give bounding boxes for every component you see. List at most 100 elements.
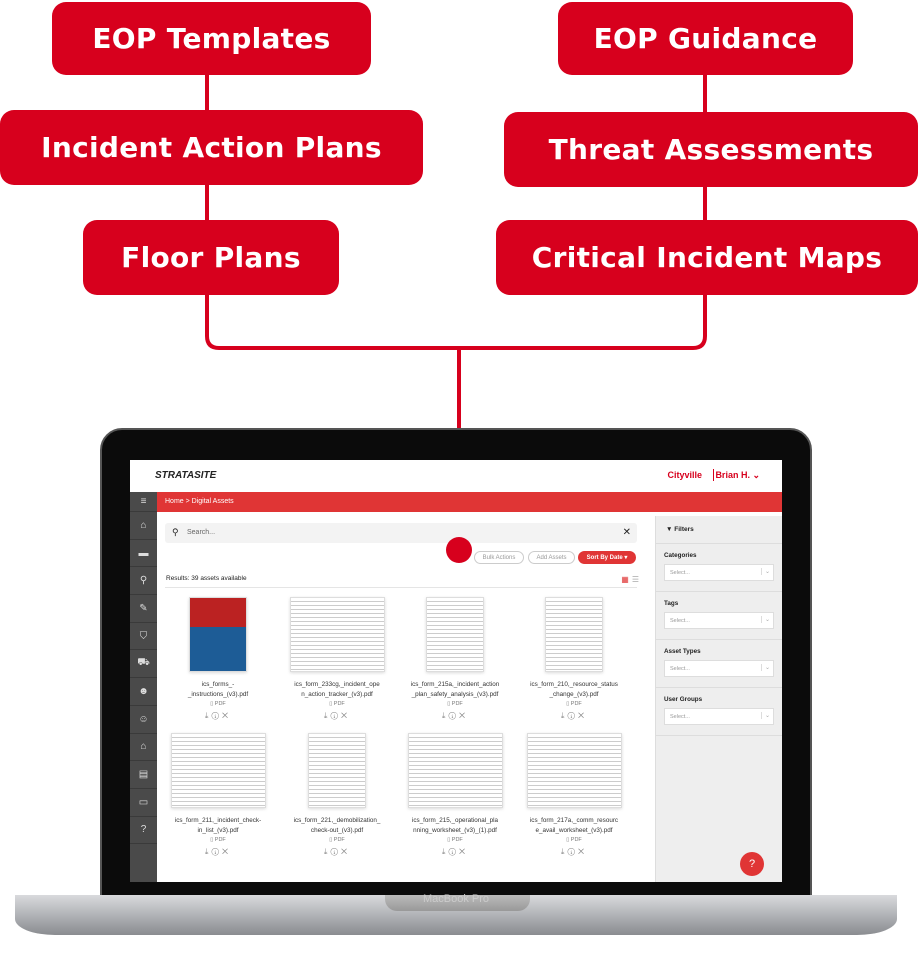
info-icon[interactable]: ⓘ [448, 711, 458, 720]
asset-thumbnail[interactable] [289, 597, 385, 672]
info-icon[interactable]: ⓘ [448, 847, 458, 856]
folder-icon[interactable]: ▬ [130, 540, 157, 568]
delete-icon[interactable]: ✕ [341, 847, 350, 856]
filter-label: Asset Types [664, 648, 701, 655]
asset-thumbnail[interactable] [189, 597, 247, 672]
asset-type-label: PDF [214, 701, 226, 707]
asset-type-label: PDF [570, 837, 582, 843]
asset-type-label: PDF [333, 837, 345, 843]
info-icon[interactable]: ⓘ [211, 711, 221, 720]
group-icon[interactable]: ☻ [130, 678, 157, 706]
sort-by-date-button[interactable]: Sort By Date ▾ [578, 551, 636, 564]
info-icon[interactable]: ⓘ [211, 847, 221, 856]
filter-select[interactable]: Select... ⌄ [664, 660, 774, 677]
asset-thumbnail[interactable] [170, 733, 266, 808]
ambulance-icon[interactable]: ⛟ [130, 650, 157, 679]
asset-card[interactable]: ics_forms_- _instructions_(v3).pdf ▯ PDF… [159, 597, 277, 721]
asset-filename[interactable]: ics_form_215a,_incident_action _plan_saf… [396, 680, 514, 700]
clapperboard-icon[interactable]: ▤ [130, 761, 157, 789]
asset-filename[interactable]: ics_form_210,_resource_status _change_(v… [515, 680, 633, 700]
filter-select[interactable]: Select... ⌄ [664, 612, 774, 629]
window-icon[interactable]: ▭ [130, 789, 157, 817]
filter-select[interactable]: Select... ⌄ [664, 564, 774, 581]
asset-card[interactable]: ics_form_210,_resource_status _change_(v… [515, 597, 633, 721]
label-eop-templates: EOP Templates [52, 2, 371, 75]
close-icon[interactable]: ✕ [623, 527, 631, 538]
search-input[interactable]: ⚲ Search... ✕ [165, 523, 637, 543]
delete-icon[interactable]: ✕ [578, 847, 587, 856]
sidebar: ≡ ⌂ ▬ ⚲ ✎ ⛉ ⛟ ☻ ☺ ⌂ ▤ ▭ ? [130, 492, 157, 882]
filter-group: Categories Select... ⌄ [656, 544, 782, 592]
asset-filename[interactable]: ics_forms_- _instructions_(v3).pdf [159, 680, 277, 700]
asset-filename[interactable]: ics_form_211,_incident_check- in_list_(v… [159, 816, 277, 836]
search-placeholder: Search... [187, 529, 216, 536]
delete-icon[interactable]: ✕ [222, 711, 231, 720]
breadcrumb[interactable]: Home > Digital Assets [157, 492, 782, 512]
filters-label: Filters [674, 526, 694, 533]
select-placeholder: Select... [670, 714, 690, 720]
home-icon[interactable]: ⌂ [130, 512, 157, 540]
asset-thumbnail[interactable] [407, 733, 503, 808]
graduation-cap-icon[interactable]: ⌂ [130, 734, 157, 762]
asset-type: ▯ PDF [396, 700, 514, 709]
menu-icon[interactable]: ≡ [130, 492, 157, 512]
results-count: Results: 39 assets available [166, 575, 247, 582]
delete-icon[interactable]: ✕ [459, 711, 468, 720]
asset-type: ▯ PDF [159, 700, 277, 709]
chevron-down-icon: ⌄ [761, 616, 773, 623]
asset-thumbnail[interactable] [308, 733, 366, 808]
asset-thumbnail[interactable] [526, 733, 622, 808]
info-icon[interactable]: ⓘ [330, 847, 340, 856]
asset-type-label: PDF [214, 837, 226, 843]
connector-dot [446, 537, 472, 563]
asset-type: ▯ PDF [515, 836, 633, 845]
filter-group: Tags Select... ⌄ [656, 592, 782, 640]
add-assets-button[interactable]: Add Assets [528, 551, 575, 564]
asset-filename[interactable]: ics_form_215,_operational_pla nning_work… [396, 816, 514, 836]
asset-type-label: PDF [451, 701, 463, 707]
filter-group: Asset Types Select... ⌄ [656, 640, 782, 688]
divider [713, 469, 714, 481]
users-icon[interactable]: ☺ [130, 706, 157, 734]
list-view-icon[interactable]: ☰ [632, 575, 639, 584]
delete-icon[interactable]: ✕ [341, 711, 350, 720]
delete-icon[interactable]: ✕ [578, 711, 587, 720]
asset-type: ▯ PDF [278, 836, 396, 845]
main-content: ⚲ Search... ✕ Bulk Actions Add Assets So… [157, 512, 655, 882]
grid-view-icon[interactable]: ▦ [621, 575, 629, 584]
asset-filename[interactable]: ics_form_217a,_comm_resourc e_avail_work… [515, 816, 633, 836]
user-menu[interactable]: Brian H. ⌄ [715, 470, 760, 481]
divider [165, 587, 637, 588]
asset-card[interactable]: ics_form_215,_operational_pla nning_work… [396, 733, 514, 857]
view-toggle: ▦ ☰ [621, 575, 639, 584]
asset-card[interactable]: ics_form_217a,_comm_resourc e_avail_work… [515, 733, 633, 857]
shield-icon[interactable]: ⛉ [130, 623, 157, 651]
info-icon[interactable]: ⓘ [567, 711, 577, 720]
chevron-down-icon: ⌄ [761, 712, 773, 719]
asset-thumbnail[interactable] [545, 597, 603, 672]
select-placeholder: Select... [670, 570, 690, 576]
asset-filename[interactable]: ics_form_221,_demobilization_ check-out_… [278, 816, 396, 836]
asset-filename[interactable]: ics_form_233cg,_incident_ope n_action_tr… [278, 680, 396, 700]
asset-type-label: PDF [570, 701, 582, 707]
label-floor-plans: Floor Plans [83, 220, 339, 295]
help-button[interactable]: ? [740, 852, 764, 876]
map-icon[interactable]: ⚲ [130, 567, 157, 596]
asset-thumbnail[interactable] [426, 597, 484, 672]
info-icon[interactable]: ⓘ [567, 847, 577, 856]
org-name[interactable]: Cityville [667, 470, 702, 480]
pin-icon[interactable]: ✎ [130, 595, 157, 623]
logo[interactable]: STRATASITE [155, 470, 216, 481]
delete-icon[interactable]: ✕ [459, 847, 468, 856]
asset-card[interactable]: ics_form_211,_incident_check- in_list_(v… [159, 733, 277, 857]
bulk-actions-button[interactable]: Bulk Actions [474, 551, 524, 564]
help-circle-icon[interactable]: ? [130, 817, 157, 845]
label-eop-guidance: EOP Guidance [558, 2, 853, 75]
info-icon[interactable]: ⓘ [330, 711, 340, 720]
delete-icon[interactable]: ✕ [222, 847, 231, 856]
asset-card[interactable]: ics_form_215a,_incident_action _plan_saf… [396, 597, 514, 721]
asset-card[interactable]: ics_form_221,_demobilization_ check-out_… [278, 733, 396, 857]
filter-select[interactable]: Select... ⌄ [664, 708, 774, 725]
asset-card[interactable]: ics_form_233cg,_incident_ope n_action_tr… [278, 597, 396, 721]
filters-panel: ▼ Filters Categories Select... ⌄ Tags Sele… [655, 516, 782, 882]
